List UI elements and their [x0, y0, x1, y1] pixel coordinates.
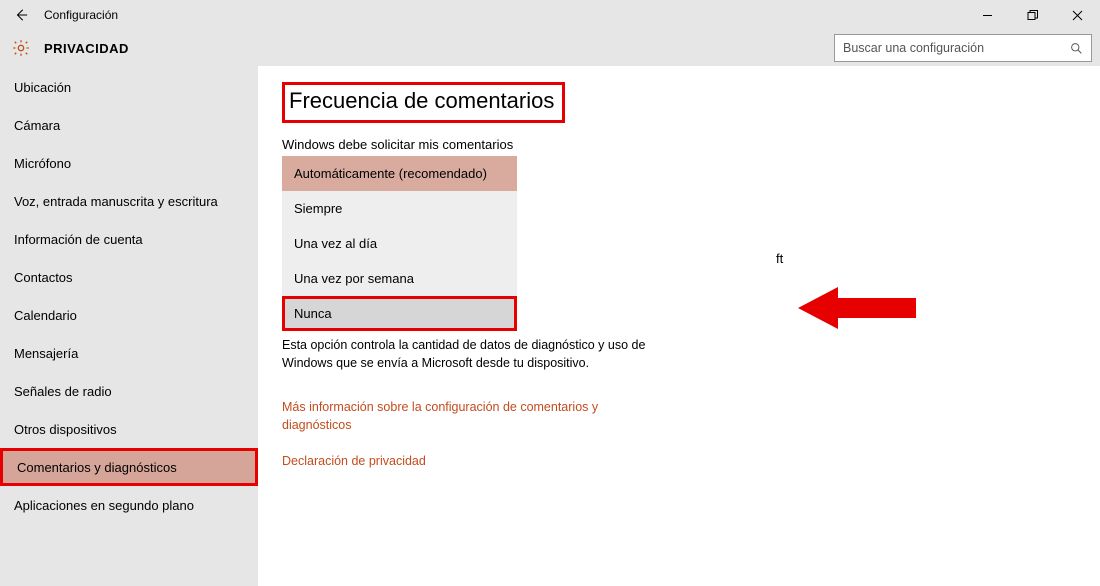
maximize-icon: [1027, 10, 1038, 21]
search-input[interactable]: Buscar una configuración: [834, 34, 1092, 62]
sidebar-item-comentarios[interactable]: Comentarios y diagnósticos: [0, 448, 258, 486]
sidebar-item-contactos[interactable]: Contactos: [0, 258, 258, 296]
header-bar: PRIVACIDAD Buscar una configuración: [0, 30, 1100, 66]
sidebar-item-mensajeria[interactable]: Mensajería: [0, 334, 258, 372]
sidebar-item-ubicacion[interactable]: Ubicación: [0, 68, 258, 106]
annotation-arrow-icon: [798, 281, 923, 336]
truncated-text: ft: [776, 251, 783, 266]
section-title: Frecuencia de comentarios: [282, 82, 565, 123]
setting-description: Esta opción controla la cantidad de dato…: [282, 337, 682, 372]
link-more-info[interactable]: Más información sobre la configuración d…: [282, 398, 642, 434]
sidebar-item-microfono[interactable]: Micrófono: [0, 144, 258, 182]
feedback-frequency-dropdown[interactable]: Automáticamente (recomendado) Siempre Un…: [282, 156, 517, 331]
arrow-left-icon: [14, 8, 28, 22]
sidebar-item-calendario[interactable]: Calendario: [0, 296, 258, 334]
search-placeholder: Buscar una configuración: [843, 41, 1069, 55]
minimize-icon: [982, 10, 993, 21]
dropdown-option-siempre[interactable]: Siempre: [282, 191, 517, 226]
back-button[interactable]: [0, 0, 42, 30]
titlebar: Configuración: [0, 0, 1100, 30]
dropdown-option-dia[interactable]: Una vez al día: [282, 226, 517, 261]
dropdown-option-auto[interactable]: Automáticamente (recomendado): [282, 156, 517, 191]
maximize-button[interactable]: [1010, 0, 1055, 30]
sidebar-item-voz[interactable]: Voz, entrada manuscrita y escritura: [0, 182, 258, 220]
close-button[interactable]: [1055, 0, 1100, 30]
sidebar: Ubicación Cámara Micrófono Voz, entrada …: [0, 66, 258, 586]
minimize-button[interactable]: [965, 0, 1010, 30]
link-privacy-statement[interactable]: Declaración de privacidad: [282, 452, 642, 470]
main-content: Frecuencia de comentarios Windows debe s…: [258, 66, 1100, 586]
window-title: Configuración: [44, 8, 118, 22]
category-title: PRIVACIDAD: [44, 41, 129, 56]
sidebar-item-camara[interactable]: Cámara: [0, 106, 258, 144]
search-icon: [1069, 41, 1083, 55]
dropdown-option-semana[interactable]: Una vez por semana: [282, 261, 517, 296]
sidebar-item-cuenta[interactable]: Información de cuenta: [0, 220, 258, 258]
sidebar-item-senales[interactable]: Señales de radio: [0, 372, 258, 410]
settings-gear-icon: [10, 37, 32, 59]
dropdown-option-nunca[interactable]: Nunca: [282, 296, 517, 331]
sidebar-item-aplicaciones[interactable]: Aplicaciones en segundo plano: [0, 486, 258, 524]
sidebar-item-otros[interactable]: Otros dispositivos: [0, 410, 258, 448]
close-icon: [1072, 10, 1083, 21]
setting-label: Windows debe solicitar mis comentarios: [282, 137, 1100, 152]
